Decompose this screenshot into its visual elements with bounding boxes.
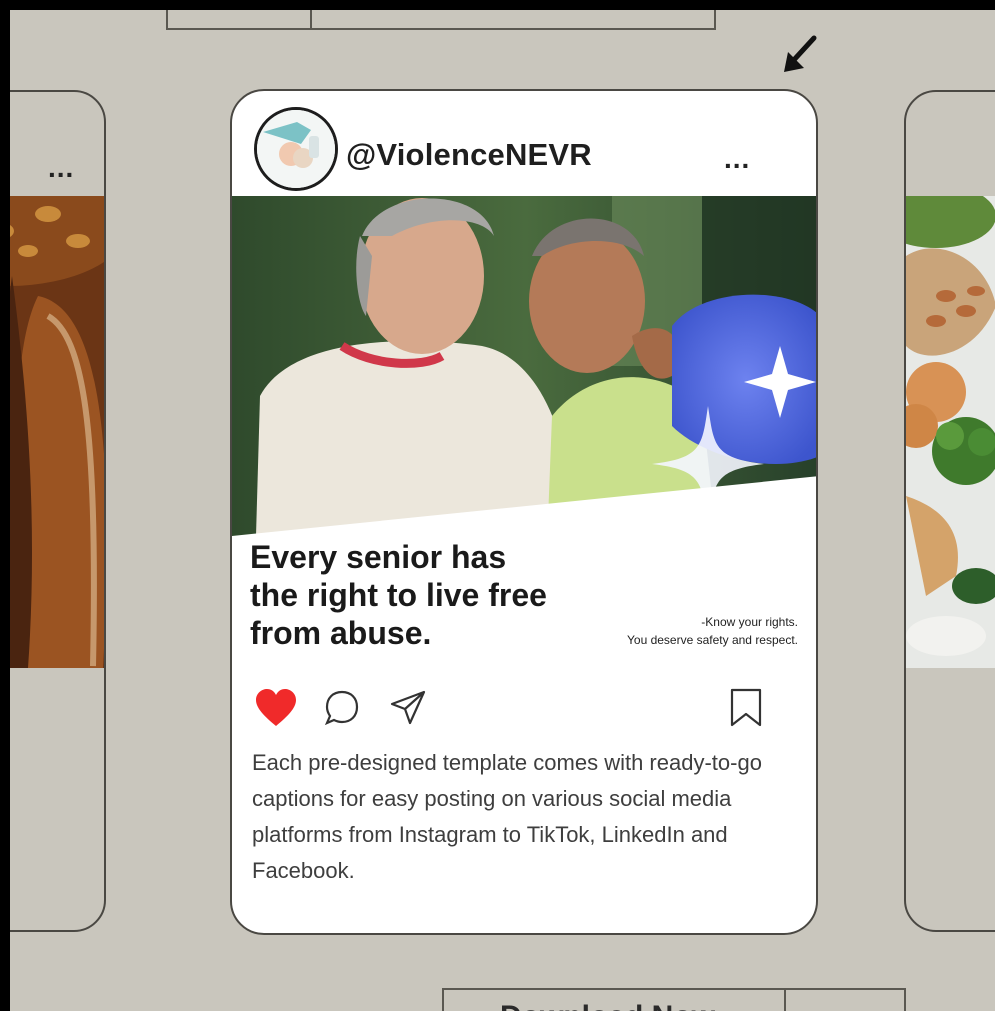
top-tab-bar (166, 10, 716, 30)
post-tagline: -Know your rights. You deserve safety an… (518, 613, 798, 649)
download-bar: Download Now (442, 988, 906, 1011)
heart-icon[interactable] (254, 688, 298, 733)
avatar[interactable] (254, 107, 338, 191)
template-preview-canvas: ... @ViolenceNEVR ... Every senior has t… (10, 10, 995, 1011)
side-card-left[interactable]: ... (10, 90, 106, 932)
social-post-card[interactable]: @ViolenceNEVR ... Every senior has the r… (230, 89, 818, 935)
post-headline: Every senior has the right to live free … (250, 539, 547, 651)
post-action-bar (232, 688, 816, 733)
side-card-right[interactable] (904, 90, 995, 932)
download-now-button[interactable]: Download Now (500, 1000, 715, 1011)
top-tab-divider (310, 10, 312, 28)
bread-loaves-photo (10, 196, 104, 668)
share-icon[interactable] (388, 688, 428, 733)
post-caption: Each pre-designed template comes with re… (252, 750, 762, 883)
more-icon[interactable]: ... (48, 152, 74, 184)
more-icon[interactable]: ... (724, 143, 750, 175)
comment-icon[interactable] (322, 688, 362, 733)
bookmark-icon[interactable] (728, 688, 764, 733)
download-bar-divider (784, 990, 786, 1011)
vegetables-nuts-photo (906, 196, 995, 668)
post-username[interactable]: @ViolenceNEVR (346, 137, 592, 173)
arrow-pointer-icon (780, 34, 820, 83)
tagline-line-2: You deserve safety and respect. (627, 633, 798, 647)
tagline-line-1: -Know your rights. (701, 615, 798, 629)
